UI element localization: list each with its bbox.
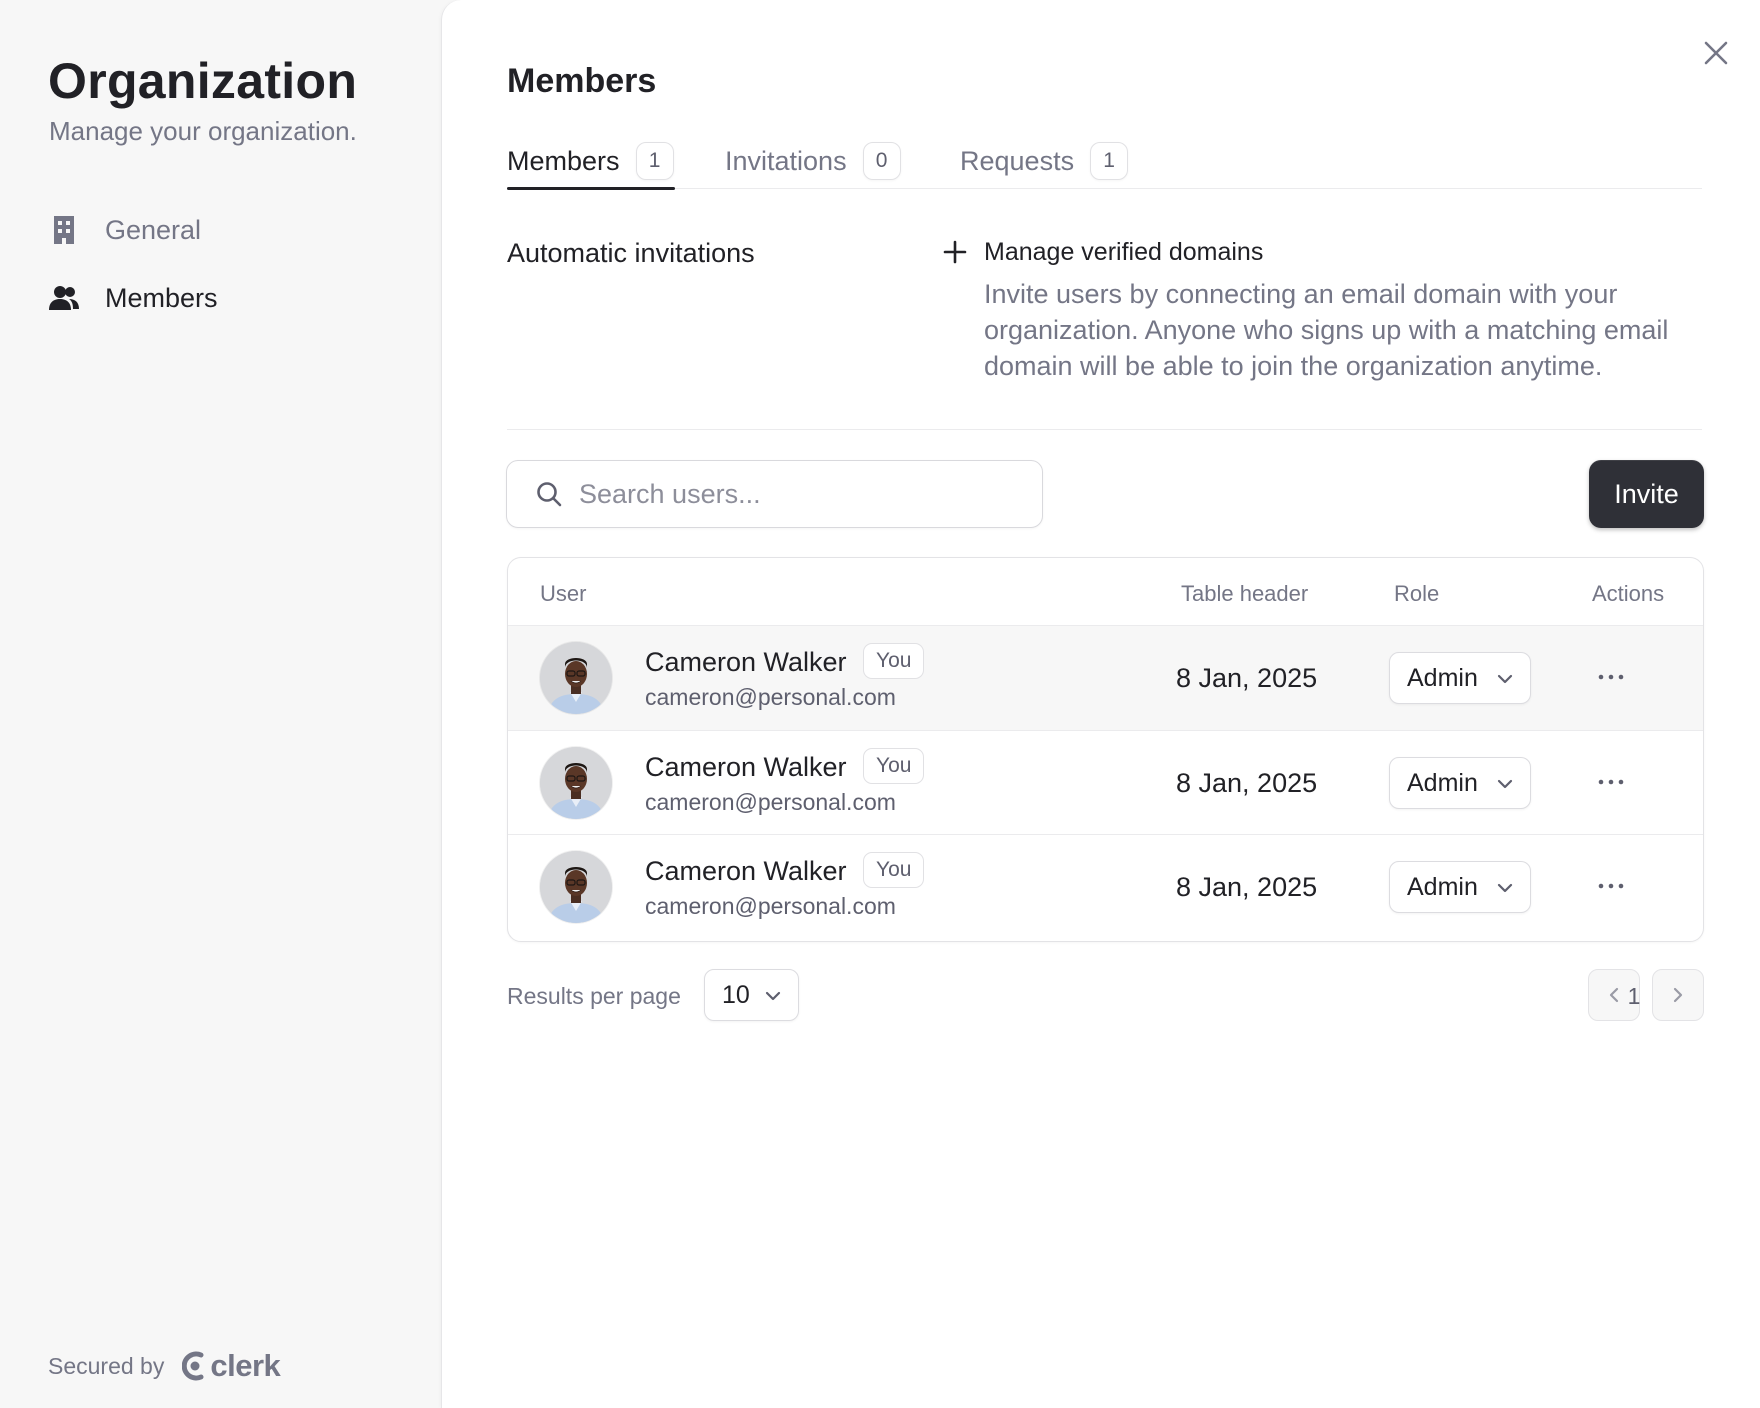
table-row[interactable]: Cameron Walker You cameron@personal.com … (508, 730, 1703, 834)
joined-date: 8 Jan, 2025 (1176, 663, 1318, 693)
sidebar-item-general[interactable]: General (48, 202, 201, 258)
chevron-down-icon (1495, 774, 1515, 794)
role-value: Admin (1407, 663, 1478, 692)
chevron-down-icon (763, 986, 783, 1006)
column-header-actions: Actions (1592, 581, 1665, 606)
table-row[interactable]: Cameron Walker You cameron@personal.com … (508, 626, 1703, 730)
clerk-logo-icon (182, 1351, 204, 1381)
user-email: cameron@personal.com (645, 893, 896, 919)
tab-members[interactable]: Members 1 (507, 133, 675, 190)
sidebar-subtitle: Manage your organization. (49, 116, 357, 146)
table-header: User Table header Role Actions (508, 558, 1703, 626)
more-actions-icon[interactable] (1593, 870, 1629, 902)
chevron-right-icon (1673, 987, 1683, 1003)
user-name: Cameron Walker (645, 856, 847, 886)
table-row[interactable]: Cameron Walker You cameron@personal.com … (508, 834, 1703, 938)
secured-by-text: Secured by (48, 1352, 165, 1379)
next-page-button[interactable] (1652, 969, 1704, 1021)
user-name: Cameron Walker (645, 752, 847, 782)
close-icon[interactable] (1699, 36, 1733, 70)
clerk-brand-text: clerk (210, 1348, 281, 1383)
column-header-user: User (540, 581, 587, 606)
automatic-invitations-description: Invite users by connecting an email doma… (984, 279, 1669, 381)
tab-invitations[interactable]: Invitations 0 (725, 133, 901, 189)
you-badge: You (863, 643, 925, 679)
members-table: User Table header Role Actions Cameron W… (507, 557, 1704, 942)
results-per-page-label: Results per page (507, 983, 681, 1009)
column-header-role: Role (1394, 581, 1440, 606)
pagination-footer: Results per page 10 1 (507, 969, 1704, 1021)
chevron-down-icon (1495, 878, 1515, 898)
role-select[interactable]: Admin (1389, 861, 1531, 913)
results-per-page-select[interactable]: 10 (704, 969, 799, 1021)
role-select[interactable]: Admin (1389, 757, 1531, 809)
automatic-invitations-section: Automatic invitations Manage verified do… (507, 212, 1702, 430)
column-header-date: Table header (1181, 581, 1309, 606)
role-value: Admin (1407, 872, 1478, 901)
users-icon (48, 282, 80, 314)
role-value: Admin (1407, 768, 1478, 797)
main-panel: Members Members 1 Invitations 0 Requests… (441, 0, 1760, 1408)
tab-label: Invitations (725, 145, 847, 176)
building-icon (48, 214, 80, 246)
search-icon (535, 480, 563, 508)
user-name: Cameron Walker (645, 647, 847, 677)
avatar (540, 642, 612, 714)
sidebar-item-label: General (105, 214, 202, 245)
tab-count-badge: 1 (635, 142, 674, 180)
results-per-page-value: 10 (722, 980, 750, 1009)
user-email: cameron@personal.com (645, 684, 896, 710)
tab-bar: Members 1 Invitations 0 Requests 1 (507, 133, 1702, 190)
sidebar-item-members[interactable]: Members (48, 270, 218, 326)
page-title: Members (507, 62, 657, 100)
search-input[interactable] (579, 478, 1019, 510)
sidebar: Organization Manage your organization. G… (0, 0, 441, 1408)
avatar (540, 851, 612, 923)
role-select[interactable]: Admin (1389, 652, 1531, 704)
avatar (540, 747, 612, 819)
more-actions-icon[interactable] (1593, 766, 1629, 798)
invite-button[interactable]: Invite (1589, 460, 1704, 528)
chevron-down-icon (1495, 669, 1515, 689)
you-badge: You (863, 748, 925, 784)
organization-profile-modal: Organization Manage your organization. G… (0, 0, 1760, 1408)
more-actions-icon[interactable] (1593, 661, 1629, 693)
clerk-logo[interactable]: clerk (182, 1348, 281, 1384)
sidebar-item-label: Members (105, 282, 218, 313)
secured-by-footer: Secured by clerk (48, 1348, 281, 1384)
manage-verified-domains-link[interactable]: Manage verified domains (984, 238, 1263, 267)
plus-icon[interactable] (941, 238, 969, 266)
automatic-invitations-label: Automatic invitations (507, 238, 755, 268)
you-badge: You (863, 852, 925, 888)
tab-label: Members (507, 145, 620, 176)
tab-label: Requests (960, 145, 1075, 176)
sidebar-title: Organization (48, 53, 358, 109)
tab-requests[interactable]: Requests 1 (960, 133, 1129, 189)
user-email: cameron@personal.com (645, 789, 896, 815)
joined-date: 8 Jan, 2025 (1176, 872, 1318, 902)
joined-date: 8 Jan, 2025 (1176, 768, 1318, 798)
tab-count-badge: 1 (1090, 142, 1129, 180)
tab-count-badge: 0 (862, 142, 901, 180)
search-box (506, 460, 1043, 528)
